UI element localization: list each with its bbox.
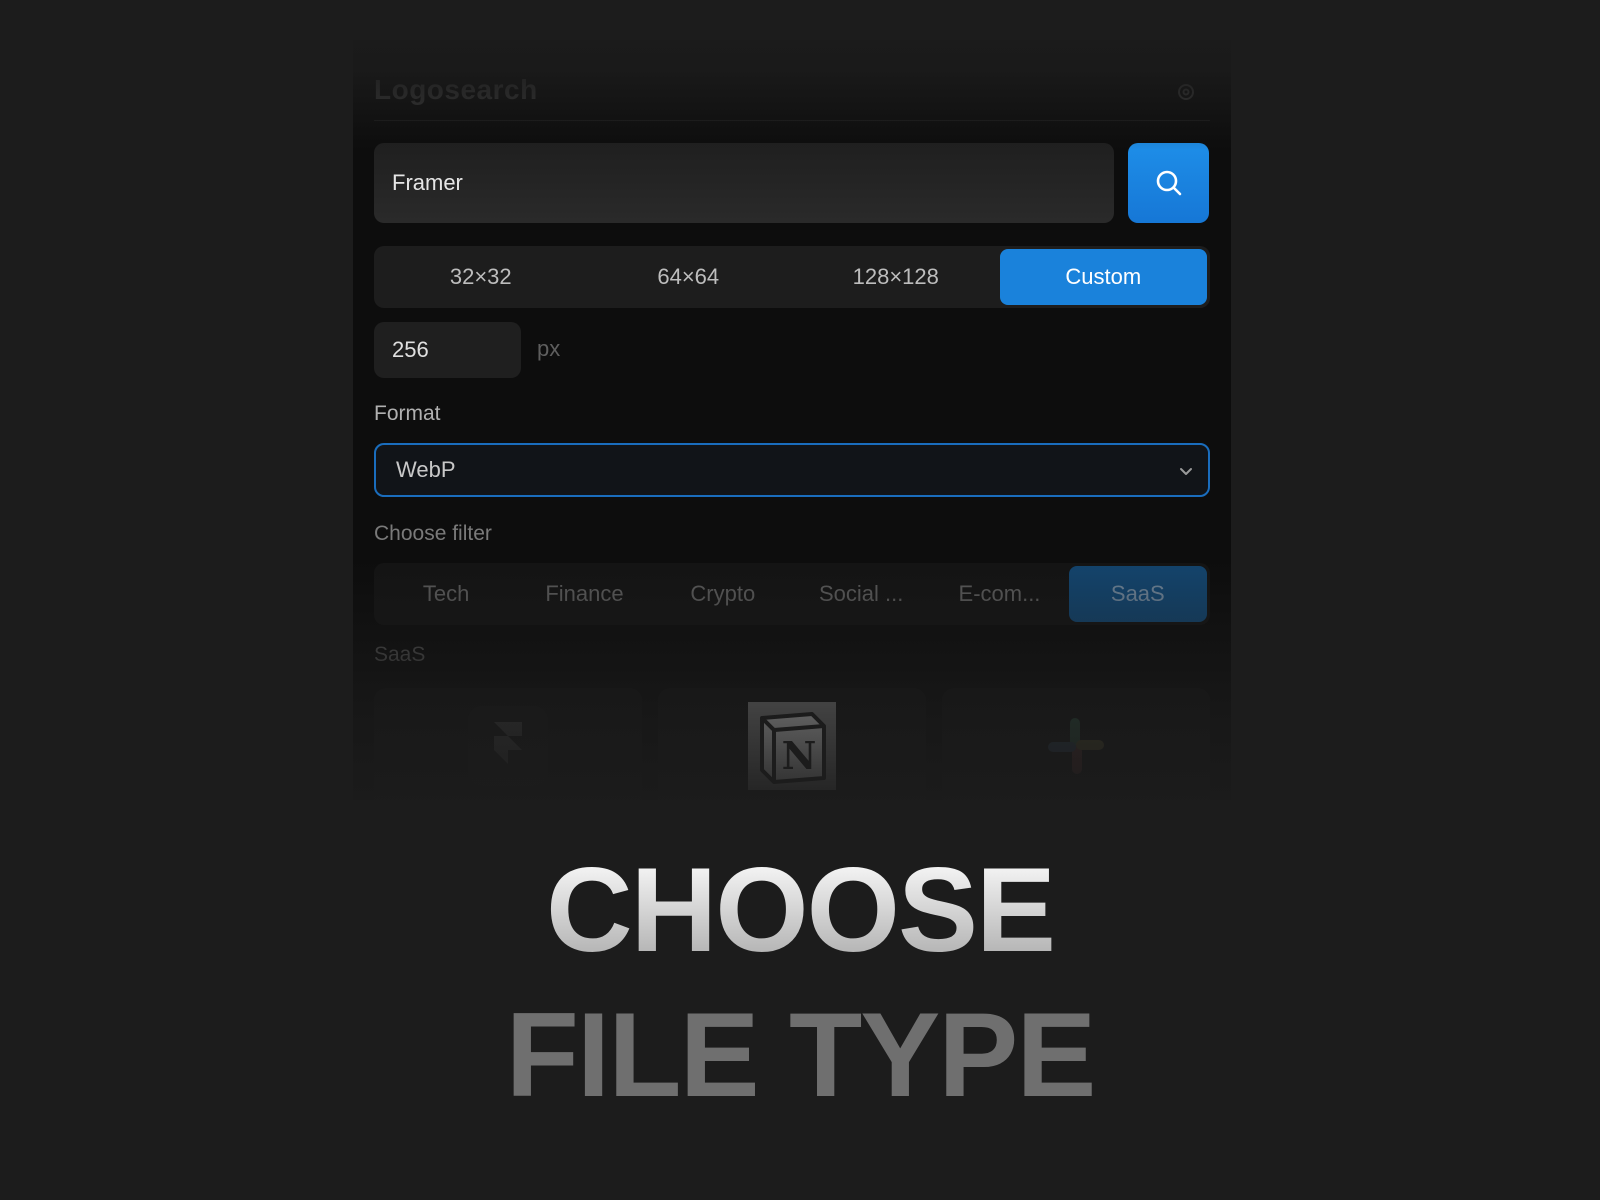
size-unit-label: px	[537, 336, 561, 361]
search-icon	[1156, 170, 1181, 196]
logosearch-panel: Logosearch Framer 32×32 64×64 128×128 Cu…	[353, 40, 1231, 800]
search-button[interactable]	[1128, 143, 1209, 223]
size-option-64[interactable]: 64×64	[585, 249, 793, 305]
custom-size-value: 256	[392, 337, 429, 362]
filter-label: Choose filter	[374, 522, 492, 545]
filter-crypto[interactable]: Crypto	[654, 566, 792, 622]
framer-logo-icon	[468, 706, 548, 786]
gear-icon[interactable]	[1174, 80, 1198, 104]
format-label: Format	[374, 402, 441, 425]
filter-saas[interactable]: SaaS	[1068, 566, 1207, 622]
chevron-down-icon	[1180, 468, 1192, 475]
search-input[interactable]: Framer	[374, 143, 1114, 223]
format-selected-value: WebP	[396, 457, 456, 482]
app-title: Logosearch	[374, 74, 538, 105]
size-option-128[interactable]: 128×128	[792, 249, 1000, 305]
filter-finance[interactable]: Finance	[515, 566, 653, 622]
notion-logo-icon: N	[748, 702, 836, 790]
slack-logo-icon	[1048, 718, 1104, 774]
results-section-title: SaaS	[374, 643, 426, 666]
panel-header: Logosearch	[374, 54, 1210, 121]
headline-line-1: CHOOSE	[0, 850, 1600, 970]
headline-line-2: FILE TYPE	[505, 988, 1097, 1122]
size-option-32[interactable]: 32×32	[377, 249, 585, 305]
search-input-value: Framer	[392, 170, 463, 195]
size-selector: 32×32 64×64 128×128 Custom	[374, 246, 1210, 308]
filter-tech[interactable]: Tech	[377, 566, 515, 622]
svg-text:N: N	[782, 733, 817, 778]
custom-size-input[interactable]: 256	[374, 322, 521, 378]
filter-social[interactable]: Social ...	[792, 566, 930, 622]
format-select[interactable]: WebP	[374, 443, 1210, 497]
size-option-custom[interactable]: Custom	[999, 249, 1207, 305]
filter-selector: Tech Finance Crypto Social ... E-com... …	[374, 563, 1210, 625]
filter-ecommerce[interactable]: E-com...	[930, 566, 1068, 622]
